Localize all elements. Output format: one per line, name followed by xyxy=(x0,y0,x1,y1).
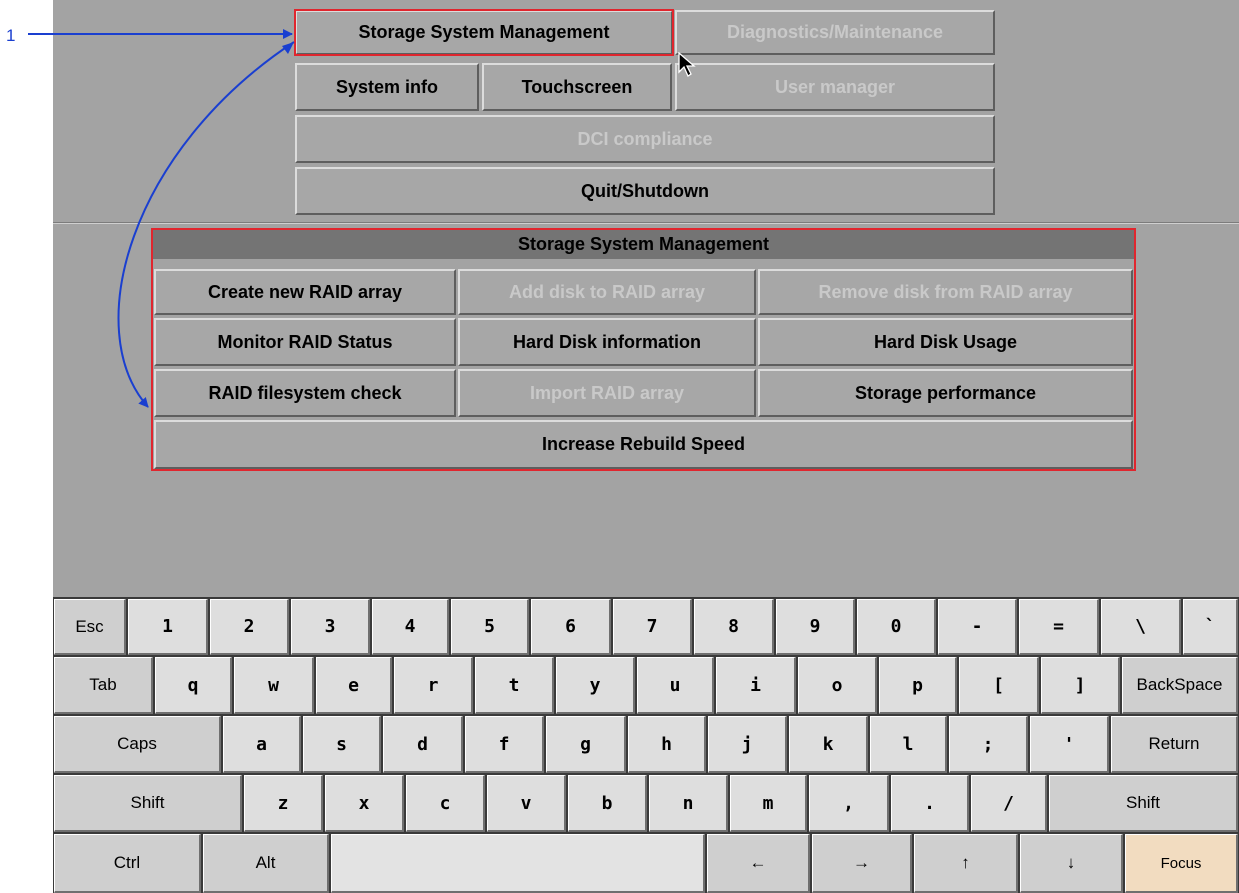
key-w[interactable]: w xyxy=(234,657,314,714)
key-ctrl[interactable]: Ctrl xyxy=(54,834,201,893)
import-raid-array-button[interactable]: Import RAID array xyxy=(458,369,756,417)
key-tab[interactable]: Tab xyxy=(54,657,153,714)
key-4[interactable]: 4 xyxy=(372,599,449,655)
key-lbracket[interactable]: [ xyxy=(959,657,1039,714)
key-7[interactable]: 7 xyxy=(613,599,692,655)
key-shift-right[interactable]: Shift xyxy=(1049,775,1238,832)
key-a[interactable]: a xyxy=(223,716,301,773)
key-x[interactable]: x xyxy=(325,775,404,832)
key-semicolon[interactable]: ; xyxy=(949,716,1028,773)
quit-shutdown-button[interactable]: Quit/Shutdown xyxy=(295,167,995,215)
key-down-arrow[interactable]: ↓ xyxy=(1020,834,1123,893)
key-p[interactable]: p xyxy=(879,657,957,714)
key-slash[interactable]: / xyxy=(971,775,1047,832)
key-k[interactable]: k xyxy=(789,716,868,773)
key-9[interactable]: 9 xyxy=(776,599,855,655)
system-info-button[interactable]: System info xyxy=(295,63,479,111)
key-return[interactable]: Return xyxy=(1111,716,1238,773)
key-t[interactable]: t xyxy=(475,657,554,714)
storage-system-management-panel: Storage System Management Create new RAI… xyxy=(151,228,1136,471)
add-disk-to-raid-array-button[interactable]: Add disk to RAID array xyxy=(458,269,756,315)
key-equals[interactable]: = xyxy=(1019,599,1099,655)
remove-disk-from-raid-array-button[interactable]: Remove disk from RAID array xyxy=(758,269,1133,315)
key-alt[interactable]: Alt xyxy=(203,834,329,893)
key-d[interactable]: d xyxy=(383,716,463,773)
raid-filesystem-check-button[interactable]: RAID filesystem check xyxy=(154,369,456,417)
key-right-arrow[interactable]: → xyxy=(812,834,912,893)
storage-performance-button[interactable]: Storage performance xyxy=(758,369,1133,417)
key-y[interactable]: y xyxy=(556,657,635,714)
key-2[interactable]: 2 xyxy=(210,599,289,655)
key-quote[interactable]: ' xyxy=(1030,716,1109,773)
key-b[interactable]: b xyxy=(568,775,647,832)
key-backspace[interactable]: BackSpace xyxy=(1122,657,1238,714)
key-u[interactable]: u xyxy=(637,657,714,714)
key-backslash[interactable]: \ xyxy=(1101,599,1181,655)
create-new-raid-array-button[interactable]: Create new RAID array xyxy=(154,269,456,315)
key-5[interactable]: 5 xyxy=(451,599,529,655)
key-period[interactable]: . xyxy=(891,775,969,832)
key-left-arrow[interactable]: ← xyxy=(707,834,810,893)
key-shift-left[interactable]: Shift xyxy=(54,775,242,832)
key-v[interactable]: v xyxy=(487,775,566,832)
key-3[interactable]: 3 xyxy=(291,599,370,655)
hard-disk-usage-button[interactable]: Hard Disk Usage xyxy=(758,318,1133,366)
panel-title: Storage System Management xyxy=(153,230,1134,259)
key-h[interactable]: h xyxy=(628,716,706,773)
key-j[interactable]: j xyxy=(708,716,787,773)
app-screen: Storage System Management Diagnostics/Ma… xyxy=(53,0,1239,893)
section-divider-highlight xyxy=(53,223,1239,224)
key-i[interactable]: i xyxy=(716,657,796,714)
diagnostics-maintenance-button[interactable]: Diagnostics/Maintenance xyxy=(675,10,995,55)
key-s[interactable]: s xyxy=(303,716,381,773)
key-focus[interactable]: Focus xyxy=(1125,834,1238,893)
hard-disk-information-button[interactable]: Hard Disk information xyxy=(458,318,756,366)
annotation-label: 1 xyxy=(6,26,16,45)
key-r[interactable]: r xyxy=(394,657,473,714)
key-f[interactable]: f xyxy=(465,716,544,773)
key-l[interactable]: l xyxy=(870,716,947,773)
mouse-pointer-icon xyxy=(678,52,696,77)
key-space[interactable] xyxy=(331,834,705,893)
key-rbracket[interactable]: ] xyxy=(1041,657,1120,714)
key-6[interactable]: 6 xyxy=(531,599,611,655)
key-c[interactable]: c xyxy=(406,775,485,832)
key-q[interactable]: q xyxy=(155,657,232,714)
on-screen-keyboard: Esc 1 2 3 4 5 6 7 8 9 0- = \ ` Tab q w e r t y u i o p[] BackSpac… xyxy=(53,597,1239,893)
key-n[interactable]: n xyxy=(649,775,728,832)
key-8[interactable]: 8 xyxy=(694,599,774,655)
key-up-arrow[interactable]: ↑ xyxy=(914,834,1018,893)
increase-rebuild-speed-button[interactable]: Increase Rebuild Speed xyxy=(154,420,1133,469)
key-backtick[interactable]: ` xyxy=(1183,599,1238,655)
touchscreen-button[interactable]: Touchscreen xyxy=(482,63,672,111)
key-e[interactable]: e xyxy=(316,657,392,714)
user-manager-button[interactable]: User manager xyxy=(675,63,995,111)
key-minus[interactable]: - xyxy=(938,599,1017,655)
key-g[interactable]: g xyxy=(546,716,626,773)
key-0[interactable]: 0 xyxy=(857,599,936,655)
monitor-raid-status-button[interactable]: Monitor RAID Status xyxy=(154,318,456,366)
key-m[interactable]: m xyxy=(730,775,807,832)
key-caps[interactable]: Caps xyxy=(54,716,221,773)
storage-system-management-button[interactable]: Storage System Management xyxy=(294,9,674,56)
key-1[interactable]: 1 xyxy=(128,599,208,655)
key-esc[interactable]: Esc xyxy=(54,599,126,655)
key-o[interactable]: o xyxy=(798,657,877,714)
key-comma[interactable]: , xyxy=(809,775,889,832)
dci-compliance-button[interactable]: DCI compliance xyxy=(295,115,995,163)
key-z[interactable]: z xyxy=(244,775,323,832)
